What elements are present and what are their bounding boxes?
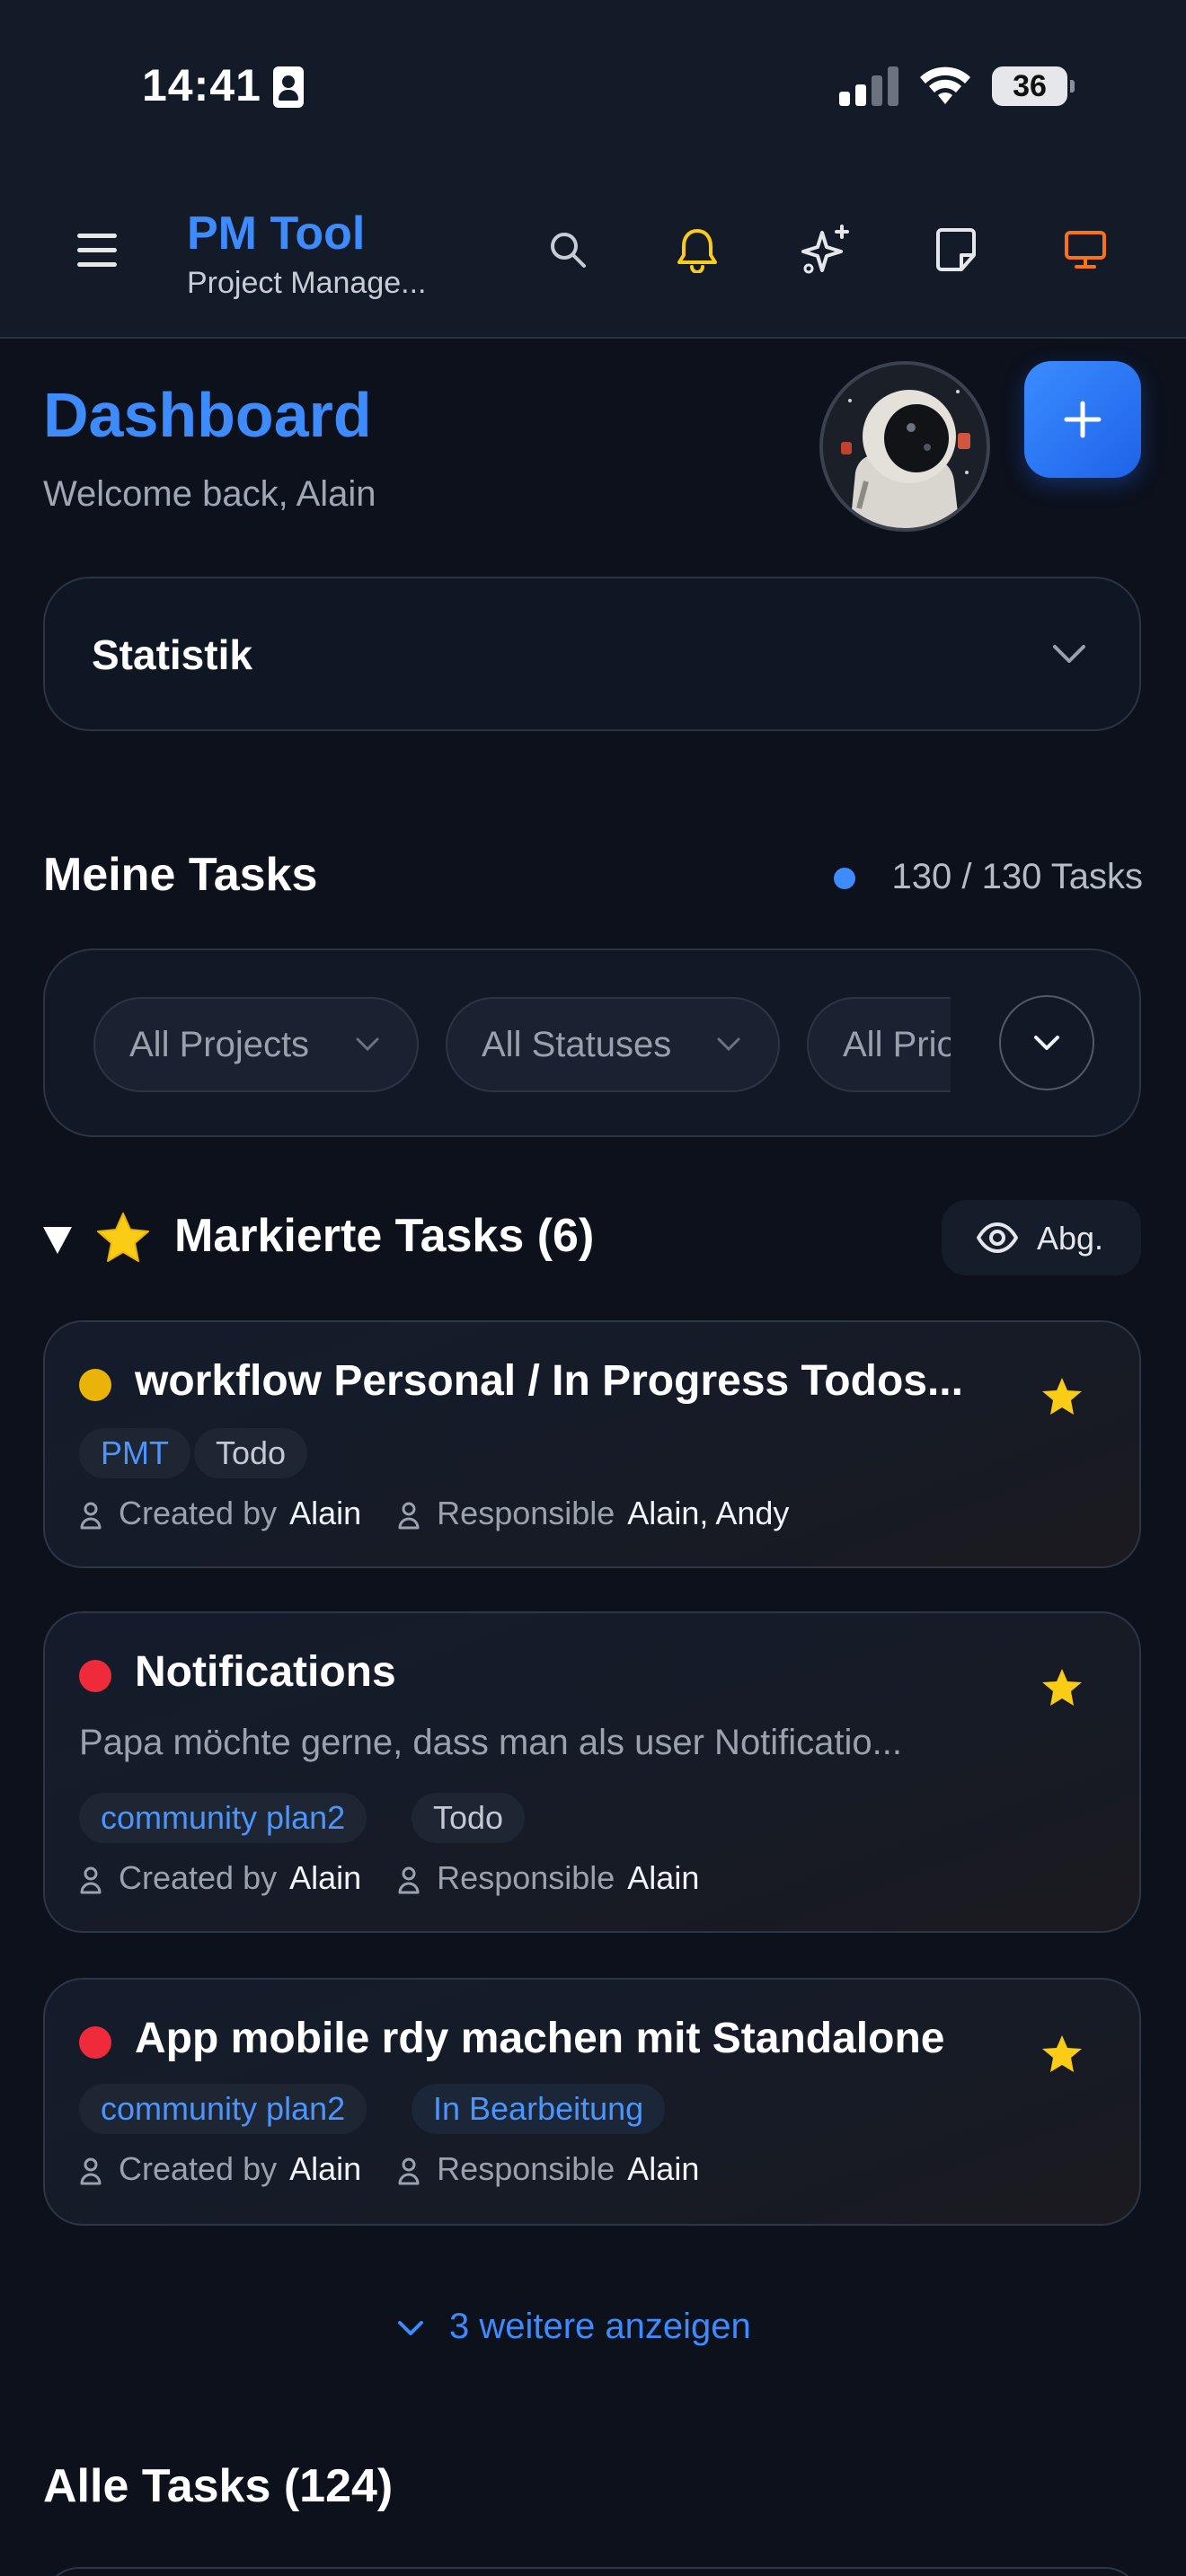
ai-assistant-button[interactable] xyxy=(800,223,854,277)
cellular-signal-icon xyxy=(839,66,902,106)
status-time: 14:41 xyxy=(142,60,261,110)
task-title: Notifications xyxy=(135,1648,396,1696)
user-icon xyxy=(80,1502,102,1530)
priority-dot xyxy=(79,1660,111,1692)
task-description: Papa möchte gerne, dass man als user Not… xyxy=(79,1723,903,1762)
filter-scroll-area: All Projects All Statuses All Prio xyxy=(45,950,951,1135)
expand-filters-button[interactable] xyxy=(999,995,1094,1090)
chevron-down-icon xyxy=(1034,1036,1059,1050)
star-icon[interactable] xyxy=(1040,1376,1084,1417)
page-title: Dashboard xyxy=(43,380,372,450)
priority-filter-label: All Prio xyxy=(843,1025,951,1064)
responsible-label: Responsible xyxy=(437,1495,615,1531)
responsible-value: Alain, Andy xyxy=(627,1495,790,1531)
task-meta: Created by Alain Responsible Alain xyxy=(79,2150,699,2188)
created-by-value: Alain xyxy=(289,1859,362,1896)
note-icon xyxy=(936,228,976,271)
priority-filter[interactable]: All Prio xyxy=(807,997,951,1092)
desktop-view-button[interactable] xyxy=(1058,223,1112,277)
status-tag: In Bearbeitung xyxy=(412,2084,666,2134)
project-filter[interactable]: All Projects xyxy=(93,997,419,1092)
welcome-text: Welcome back, Alain xyxy=(43,474,376,514)
chevron-down-icon xyxy=(717,1037,740,1052)
created-by-label: Created by xyxy=(119,1859,278,1896)
monitor-icon xyxy=(1065,231,1106,269)
bell-icon xyxy=(677,229,717,273)
created-by-value: Alain xyxy=(289,1495,362,1531)
project-tag: community plan2 xyxy=(79,1793,367,1843)
responsible-label: Responsible xyxy=(437,2150,615,2187)
responsible-value: Alain xyxy=(627,2150,700,2187)
project-tag: PMT xyxy=(79,1428,190,1478)
app-subtitle: Project Manage... xyxy=(187,266,427,300)
hide-completed-label: Abg. xyxy=(1037,1220,1104,1257)
user-icon xyxy=(398,1866,420,1894)
plus-icon xyxy=(1064,401,1102,438)
chevron-down-icon xyxy=(356,1037,379,1052)
created-by-value: Alain xyxy=(289,2150,362,2187)
responsible-label: Responsible xyxy=(437,1859,615,1896)
status-tag: Todo xyxy=(412,1793,526,1843)
star-icon[interactable] xyxy=(1040,2033,1084,2075)
menu-button[interactable] xyxy=(74,230,126,271)
show-more-label: 3 weitere anzeigen xyxy=(449,2307,751,2346)
user-icon xyxy=(80,2157,102,2185)
star-icon xyxy=(97,1213,149,1262)
project-filter-label: All Projects xyxy=(129,1025,310,1064)
chevron-down-icon xyxy=(398,2321,423,2336)
task-meta: Created by Alain Responsible Alain, Andy xyxy=(79,1495,789,1532)
app-title: PM Tool xyxy=(187,207,366,260)
task-card[interactable]: workflow Personal / In Progress Todos...… xyxy=(43,1320,1141,1568)
task-meta: Created by Alain Responsible Alain xyxy=(79,1859,699,1897)
all-tasks-heading: Alle Tasks (124) xyxy=(43,2460,394,2512)
filter-bar: All Projects All Statuses All Prio xyxy=(43,948,1141,1137)
collapse-triangle-icon xyxy=(43,1227,72,1254)
my-tasks-heading: Meine Tasks xyxy=(43,849,318,901)
priority-dot xyxy=(79,2026,111,2059)
chevron-down-icon xyxy=(1053,645,1085,663)
status-tag: Todo xyxy=(194,1428,308,1478)
notes-button[interactable] xyxy=(929,223,983,277)
marked-tasks-title: Markierte Tasks (6) xyxy=(174,1210,595,1262)
task-title: App mobile rdy machen mit Standalone xyxy=(135,2015,945,2062)
show-more-button[interactable]: 3 weitere anzeigen xyxy=(395,2307,751,2347)
notifications-button[interactable] xyxy=(670,223,724,277)
task-title: workflow Personal / In Progress Todos... xyxy=(135,1357,963,1405)
avatar[interactable] xyxy=(819,361,990,532)
responsible-value: Alain xyxy=(627,1859,700,1896)
status-filter-label: All Statuses xyxy=(482,1025,672,1064)
wifi-icon xyxy=(920,66,970,104)
add-task-button[interactable] xyxy=(1024,361,1141,478)
task-count: 130 / 130 Tasks xyxy=(891,857,1143,896)
search-icon xyxy=(551,233,586,268)
project-tag: community plan2 xyxy=(79,2084,367,2134)
created-by-label: Created by xyxy=(119,1495,278,1531)
task-card[interactable]: Notifications Papa möchte gerne, dass ma… xyxy=(43,1611,1141,1933)
user-icon xyxy=(398,2157,420,2185)
statistik-label: Statistik xyxy=(92,631,252,678)
top-app-bar: 14:41 36 PM Tool Project Manage... xyxy=(0,0,1186,339)
task-card[interactable]: App mobile rdy machen mit Standalone com… xyxy=(43,1978,1141,2226)
eye-icon xyxy=(977,1222,1018,1253)
star-icon[interactable] xyxy=(1040,1667,1084,1708)
created-by-label: Created by xyxy=(119,2150,278,2187)
priority-dot xyxy=(79,1369,111,1401)
battery-indicator: 36 xyxy=(992,66,1075,106)
task-card[interactable] xyxy=(43,2567,1141,2576)
hide-completed-button[interactable]: Abg. xyxy=(942,1200,1141,1275)
astronaut-avatar-image xyxy=(823,365,987,528)
user-icon xyxy=(80,1866,102,1894)
user-icon xyxy=(398,1502,420,1530)
search-button[interactable] xyxy=(541,223,595,277)
sparkles-icon xyxy=(801,225,849,274)
task-count-dot xyxy=(834,868,855,889)
status-filter[interactable]: All Statuses xyxy=(446,997,780,1092)
contact-card-icon xyxy=(273,66,304,108)
statistik-collapsible[interactable]: Statistik xyxy=(43,577,1141,731)
